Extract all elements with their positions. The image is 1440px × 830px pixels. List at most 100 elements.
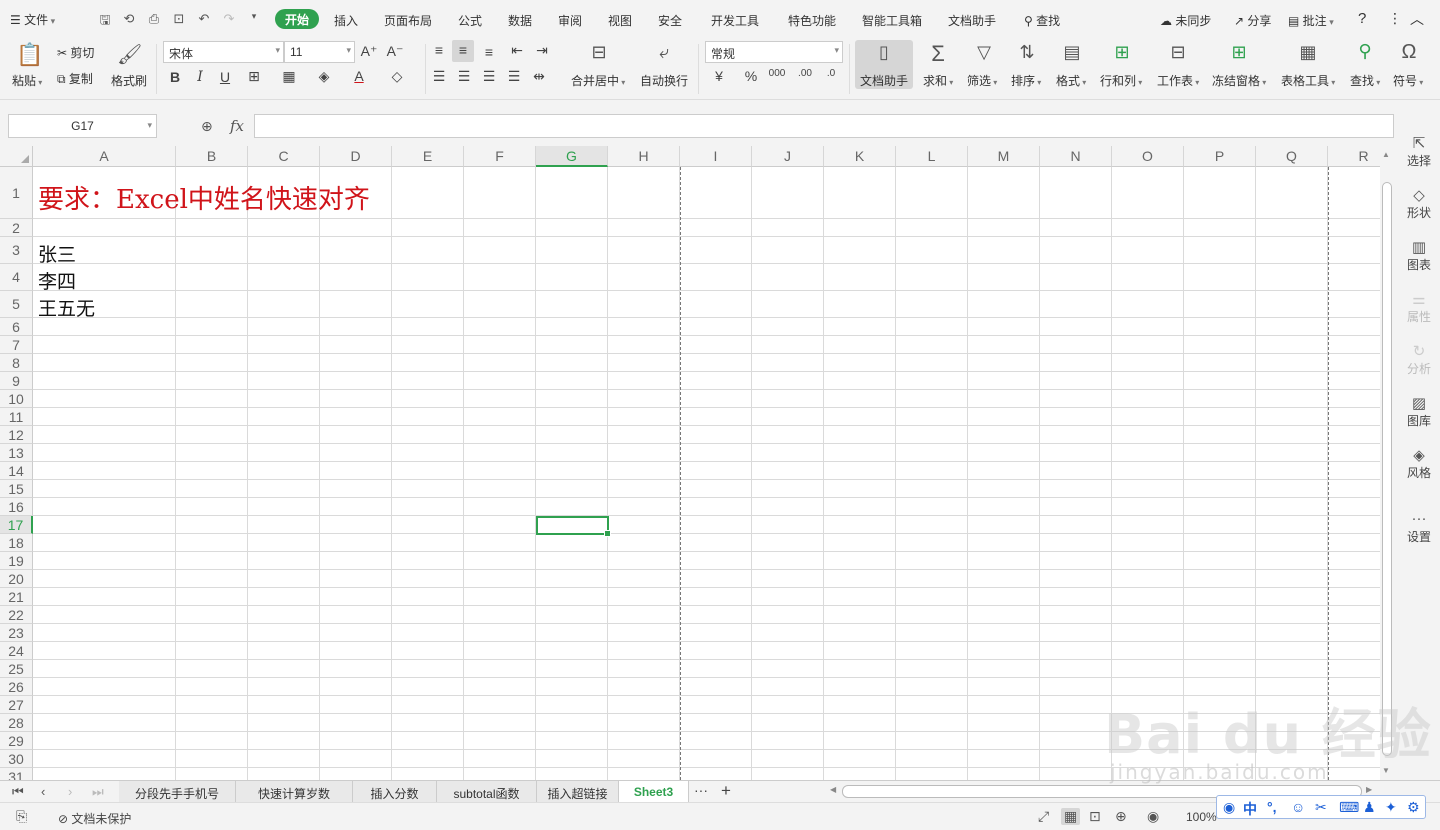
side-pane-analysis[interactable]: ↻ 分析 (1398, 342, 1440, 377)
sheet-tab-3[interactable]: subtotal函数 (437, 781, 537, 803)
row-header-8[interactable]: 8 (0, 354, 33, 372)
tab-view[interactable]: 视图 (608, 12, 632, 29)
find-icon[interactable]: ⚲ (1353, 41, 1377, 62)
row-header-1[interactable]: 1 (0, 167, 33, 219)
symbol-button[interactable]: 符号 ▾ (1393, 72, 1423, 89)
row-header-27[interactable]: 27 (0, 696, 33, 714)
file-menu[interactable]: ☰ 文件 ▾ (10, 11, 55, 28)
sort-button[interactable]: 排序 ▾ (1011, 72, 1041, 89)
next-sheet-icon[interactable]: › (68, 784, 72, 799)
keyboard-icon[interactable]: ⌨ (1339, 799, 1359, 816)
print-icon[interactable]: ⎙ (145, 11, 163, 27)
row-header-12[interactable]: 12 (0, 426, 33, 444)
column-header-a[interactable]: A (33, 146, 176, 167)
row-header-17[interactable]: 17 (0, 516, 33, 534)
customize-dropdown-icon[interactable]: ▾ (245, 11, 263, 22)
column-header-k[interactable]: K (824, 146, 896, 167)
fullscreen-icon[interactable]: ⤢ (1038, 808, 1049, 825)
freeze-panes-icon[interactable]: ⊞ (1227, 42, 1251, 63)
italic-icon[interactable]: I (189, 69, 211, 85)
search-command[interactable]: ⚲ 查找 (1024, 12, 1060, 29)
comment-button[interactable]: ▤ 批注 ▾ (1288, 12, 1334, 29)
column-header-i[interactable]: I (680, 146, 752, 167)
font-size-select[interactable]: 11 ▾ (284, 41, 355, 63)
sheet-tab-2[interactable]: 插入分数 (353, 781, 437, 803)
border-icon[interactable]: ⊞ (243, 68, 265, 85)
normal-view-icon[interactable]: ▦ (1061, 808, 1081, 825)
wrap-text-button[interactable]: 自动换行 (640, 72, 688, 89)
last-sheet-icon[interactable]: ⏭ (92, 784, 104, 800)
merge-center-button[interactable]: 合并居中 ▾ (571, 72, 625, 89)
row-header-25[interactable]: 25 (0, 660, 33, 678)
vertical-scroll-thumb[interactable] (1382, 182, 1392, 756)
more-sheets-button[interactable]: ··· (694, 782, 708, 798)
row-header-22[interactable]: 22 (0, 606, 33, 624)
row-header-6[interactable]: 6 (0, 318, 33, 336)
row-header-30[interactable]: 30 (0, 750, 33, 768)
column-header-c[interactable]: C (248, 146, 320, 167)
align-right-icon[interactable]: ☰ (478, 68, 500, 85)
row-header-26[interactable]: 26 (0, 678, 33, 696)
row-header-9[interactable]: 9 (0, 372, 33, 390)
align-left-icon[interactable]: ☰ (428, 68, 450, 85)
row-header-18[interactable]: 18 (0, 534, 33, 552)
tab-page-layout[interactable]: 页面布局 (384, 12, 432, 29)
column-header-q[interactable]: Q (1256, 146, 1328, 167)
row-col-icon[interactable]: ⊞ (1110, 42, 1134, 63)
tab-home[interactable]: 开始 (275, 9, 320, 29)
row-header-7[interactable]: 7 (0, 336, 33, 354)
row-header-13[interactable]: 13 (0, 444, 33, 462)
align-center-icon[interactable]: ☰ (453, 68, 475, 85)
sheet-tab-4[interactable]: 插入超链接 (537, 781, 619, 803)
row-header-31[interactable]: 31 (0, 768, 33, 780)
percent-icon[interactable]: % (740, 68, 762, 84)
column-header-g[interactable]: G (536, 146, 608, 167)
undo-icon[interactable]: ↶ (195, 11, 213, 27)
export-icon[interactable]: ⟲ (120, 11, 138, 27)
format-icon[interactable]: ▤ (1060, 42, 1084, 63)
zoom-formula-icon[interactable]: ⊕ (201, 118, 213, 135)
cell-a1-title[interactable]: 要求：Excel中姓名快速对齐 (38, 179, 370, 216)
row-header-28[interactable]: 28 (0, 714, 33, 732)
emoji-icon[interactable]: ☺ (1291, 799, 1305, 815)
decrease-decimal-icon[interactable]: .0 (820, 68, 842, 79)
row-header-11[interactable]: 11 (0, 408, 33, 426)
protect-status[interactable]: ⊘ 文档未保护 (58, 810, 131, 827)
tools-icon[interactable]: ✂ (1315, 799, 1327, 816)
cell-a4[interactable]: 李四 (38, 267, 76, 294)
row-header-15[interactable]: 15 (0, 480, 33, 498)
macro-icon[interactable]: ⎘ (16, 808, 27, 825)
add-sheet-button[interactable]: + (721, 781, 731, 801)
clear-format-icon[interactable]: ◇ (386, 68, 408, 85)
first-sheet-icon[interactable]: ⏮ (12, 784, 24, 800)
fill-color-icon[interactable]: ◈ (313, 68, 335, 85)
decrease-font-icon[interactable]: A⁻ (384, 43, 406, 60)
align-bottom-icon[interactable]: ≡ (478, 44, 500, 60)
sum-button[interactable]: 求和 ▾ (923, 72, 953, 89)
column-header-f[interactable]: F (464, 146, 536, 167)
share-button[interactable]: ↗ 分享 (1234, 12, 1271, 29)
redo-icon[interactable]: ↷ (220, 11, 238, 27)
sync-status[interactable]: ☁ 未同步 (1160, 12, 1211, 29)
cell-style-icon[interactable]: ▦ (278, 68, 300, 85)
bold-icon[interactable]: B (164, 69, 186, 85)
row-header-23[interactable]: 23 (0, 624, 33, 642)
table-tools-icon[interactable]: ▦ (1296, 42, 1320, 63)
page-layout-view-icon[interactable]: ⊕ (1115, 808, 1127, 825)
active-cell-g17[interactable] (536, 516, 611, 537)
doc-assistant-button[interactable]: 文档助手 (860, 72, 908, 89)
justify-icon[interactable]: ☰ (503, 68, 525, 85)
spreadsheet-grid[interactable]: ABCDEFGHIJKLMNOPQR 1 2 3 4 5 6 7 8 9 10 11 12 13 14 15… (0, 146, 1380, 780)
side-pane-chart[interactable]: ▥ 图表 (1398, 238, 1440, 273)
tab-data[interactable]: 数据 (508, 12, 532, 29)
sheet-tab-1[interactable]: 快速计算岁数 (236, 781, 353, 803)
currency-icon[interactable]: ¥ (708, 68, 730, 84)
font-color-icon[interactable]: A (348, 68, 370, 84)
column-header-j[interactable]: J (752, 146, 824, 167)
help-icon[interactable]: ? (1358, 10, 1366, 27)
format-painter-button[interactable]: 格式刷 (111, 72, 147, 89)
column-header-o[interactable]: O (1112, 146, 1184, 167)
row-header-4[interactable]: 4 (0, 264, 33, 291)
skin-icon[interactable]: ✦ (1385, 799, 1397, 816)
tab-doc-assistant[interactable]: 文档助手 (948, 12, 996, 29)
